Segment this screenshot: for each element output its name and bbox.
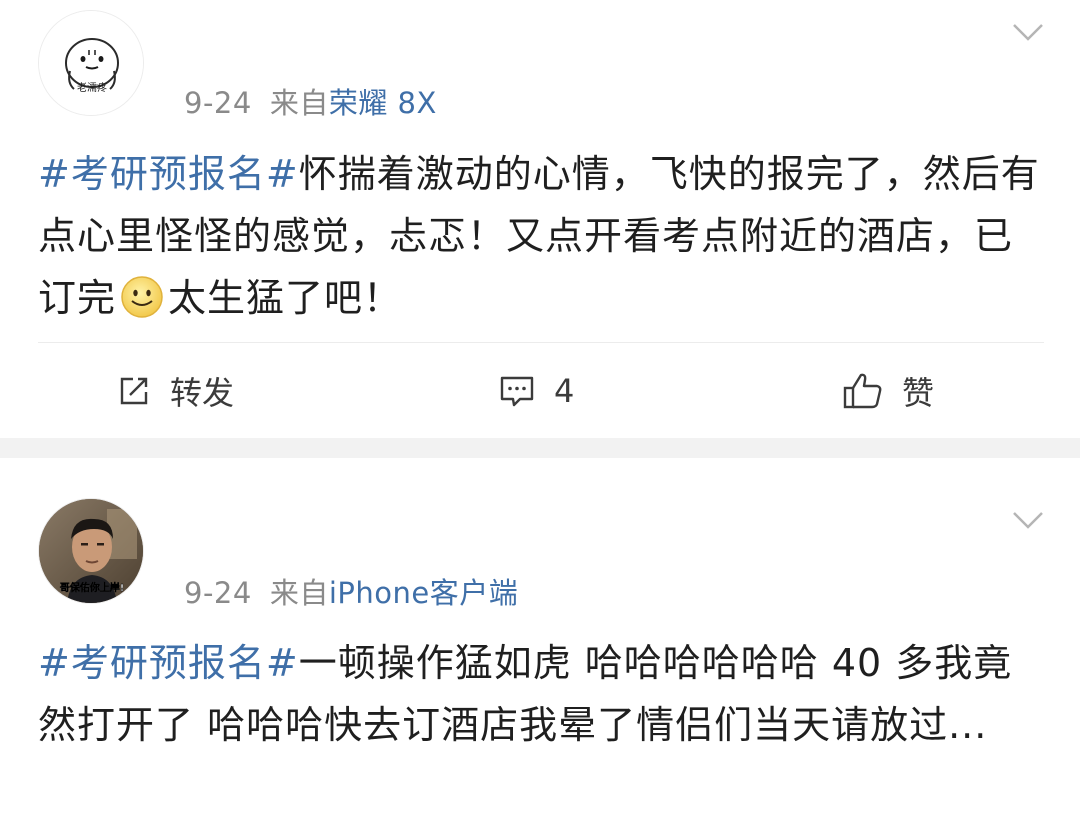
avatar[interactable]: 哥保佑你上岸! bbox=[38, 498, 144, 604]
post-content: #考研预报名#怀揣着激动的心情，飞快的报完了，然后有点心里怪怪的感觉，忐忑！又点… bbox=[38, 143, 1048, 329]
source-link[interactable]: iPhone客户端 bbox=[329, 576, 518, 610]
repost-button[interactable]: 转发 bbox=[116, 343, 234, 439]
source-link[interactable]: 荣耀 8X bbox=[329, 86, 437, 120]
seal-cartoon-avatar: 老濡疼 bbox=[39, 11, 143, 115]
comment-icon bbox=[500, 376, 534, 407]
comment-count: 4 bbox=[554, 372, 575, 410]
weibo-post: 哥保佑你上岸! 9-24 来自iPhone客户端 #考研预报名#一顿操作猛如虎 哈… bbox=[0, 458, 1080, 828]
post-date: 9-24 bbox=[184, 576, 252, 610]
avatar[interactable]: 老濡疼 bbox=[38, 10, 144, 116]
weibo-post: 老濡疼 9-24 来自荣耀 8X #考研预报名#怀揣着激动的心情，飞快的报完了，然… bbox=[0, 0, 1080, 438]
thumbs-up-icon bbox=[843, 373, 882, 409]
chevron-down-icon[interactable] bbox=[1012, 22, 1044, 42]
post-meta: 9-24 来自iPhone客户端 bbox=[184, 570, 518, 612]
smile-emoji-icon bbox=[120, 275, 164, 319]
post-content: #考研预报名#一顿操作猛如虎 哈哈哈哈哈哈 40 多我竟然打开了 哈哈哈快去订酒… bbox=[38, 632, 1048, 756]
like-label: 赞 bbox=[902, 374, 935, 412]
post-text-end: 太生猛了吧！ bbox=[168, 276, 403, 320]
from-label: 来自 bbox=[269, 86, 329, 120]
post-date: 9-24 bbox=[184, 86, 252, 120]
man-photo-avatar: 哥保佑你上岸! bbox=[39, 499, 143, 603]
avatar-caption: 老濡疼 bbox=[77, 81, 107, 94]
chevron-down-icon[interactable] bbox=[1012, 510, 1044, 530]
topic-link[interactable]: #考研预报名# bbox=[38, 152, 299, 196]
post-meta: 9-24 来自荣耀 8X bbox=[184, 80, 437, 122]
repost-icon bbox=[120, 377, 148, 405]
like-button[interactable]: 赞 bbox=[842, 343, 934, 439]
post-separator bbox=[0, 438, 1080, 458]
repost-label: 转发 bbox=[170, 374, 235, 412]
topic-link[interactable]: #考研预报名# bbox=[38, 641, 299, 685]
action-bar: 转发 4 赞 bbox=[38, 342, 1044, 438]
avatar-caption: 哥保佑你上岸! bbox=[60, 581, 125, 594]
from-label: 来自 bbox=[269, 576, 329, 610]
comment-button[interactable]: 4 bbox=[498, 343, 574, 439]
